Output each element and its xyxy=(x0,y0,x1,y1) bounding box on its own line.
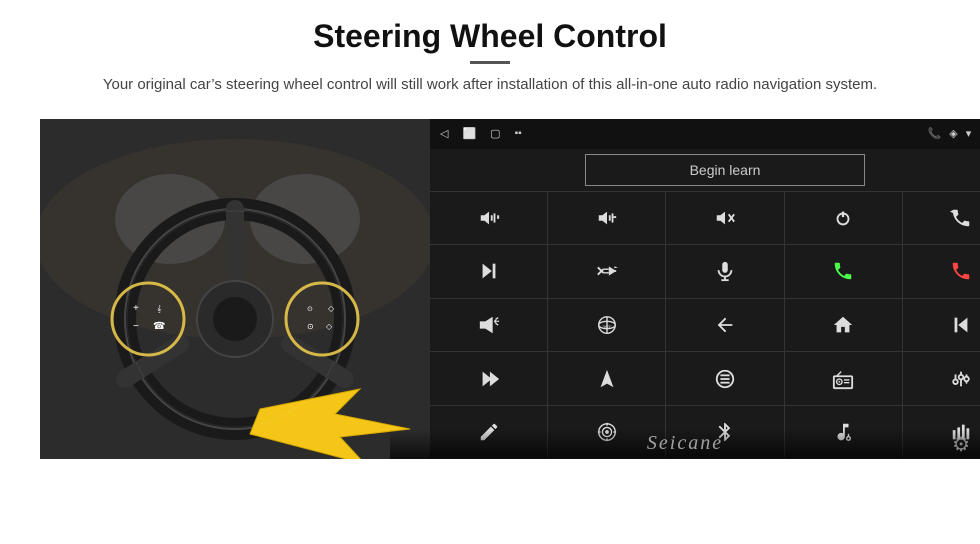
ctrl-skip-back[interactable] xyxy=(903,299,980,352)
gear-icon-bottom[interactable]: ⚙ xyxy=(952,432,970,457)
ctrl-phone-answer[interactable] xyxy=(785,245,902,298)
subtitle-text: Your original car’s steering wheel contr… xyxy=(80,74,900,97)
svg-text:360°: 360° xyxy=(602,325,612,330)
svg-text:−: − xyxy=(133,321,139,332)
ctrl-back[interactable] xyxy=(666,299,783,352)
begin-learn-bar: Begin learn xyxy=(430,149,980,191)
ctrl-shuffle-next[interactable] xyxy=(548,245,665,298)
ctrl-vol-down[interactable] xyxy=(548,192,665,245)
battery-icon: ▪▪ xyxy=(515,128,522,139)
watermark: Seicane xyxy=(647,432,723,455)
svg-text:⊙: ⊙ xyxy=(307,322,314,331)
ctrl-horn[interactable] xyxy=(430,299,547,352)
ctrl-mic[interactable] xyxy=(666,245,783,298)
ctrl-phone-prev[interactable] xyxy=(903,192,980,245)
ctrl-fast-forward[interactable] xyxy=(430,352,547,405)
ctrl-360[interactable]: 360° xyxy=(548,299,665,352)
content-area: + 𝄞 − ☎ ⊙ ◇ ⊙ ◇ ◁ ⬜ ▢ xyxy=(40,119,940,459)
phone-signal-icon: 📞 xyxy=(928,127,942,140)
statusbar-right: 📞 ◈ ▾ 15:52 xyxy=(928,127,980,141)
ctrl-power[interactable] xyxy=(785,192,902,245)
recents-icon[interactable]: ▢ xyxy=(490,127,500,140)
location-icon: ◈ xyxy=(949,127,957,140)
svg-text:𝄞: 𝄞 xyxy=(157,304,161,314)
page-container: Steering Wheel Control Your original car… xyxy=(0,0,980,544)
ctrl-next[interactable] xyxy=(430,245,547,298)
page-title: Steering Wheel Control xyxy=(40,18,940,55)
ctrl-vol-up[interactable] xyxy=(430,192,547,245)
steering-wheel-photo: + 𝄞 − ☎ ⊙ ◇ ⊙ ◇ xyxy=(40,119,430,459)
ctrl-vol-mute[interactable] xyxy=(666,192,783,245)
ctrl-sliders[interactable] xyxy=(903,352,980,405)
statusbar: ◁ ⬜ ▢ ▪▪ 📞 ◈ ▾ 15:52 xyxy=(430,119,980,149)
ctrl-navigate[interactable] xyxy=(548,352,665,405)
back-icon[interactable]: ◁ xyxy=(440,127,448,140)
title-section: Steering Wheel Control Your original car… xyxy=(40,18,940,111)
svg-text:+: + xyxy=(133,303,139,314)
controls-grid: 360° xyxy=(430,191,980,459)
svg-text:◇: ◇ xyxy=(328,304,335,313)
android-panel: ◁ ⬜ ▢ ▪▪ 📞 ◈ ▾ 15:52 Begin learn xyxy=(430,119,980,459)
statusbar-left: ◁ ⬜ ▢ ▪▪ xyxy=(440,127,522,140)
ctrl-radio[interactable] xyxy=(785,352,902,405)
ctrl-eq[interactable] xyxy=(666,352,783,405)
svg-text:◇: ◇ xyxy=(326,322,333,331)
begin-learn-button[interactable]: Begin learn xyxy=(585,154,865,186)
home-icon[interactable]: ⬜ xyxy=(462,127,476,140)
ctrl-home[interactable] xyxy=(785,299,902,352)
svg-text:⊙: ⊙ xyxy=(307,306,313,313)
wifi-icon: ▾ xyxy=(966,127,972,140)
ctrl-phone-hangup[interactable] xyxy=(903,245,980,298)
svg-text:☎: ☎ xyxy=(153,321,165,332)
title-divider xyxy=(470,61,510,64)
